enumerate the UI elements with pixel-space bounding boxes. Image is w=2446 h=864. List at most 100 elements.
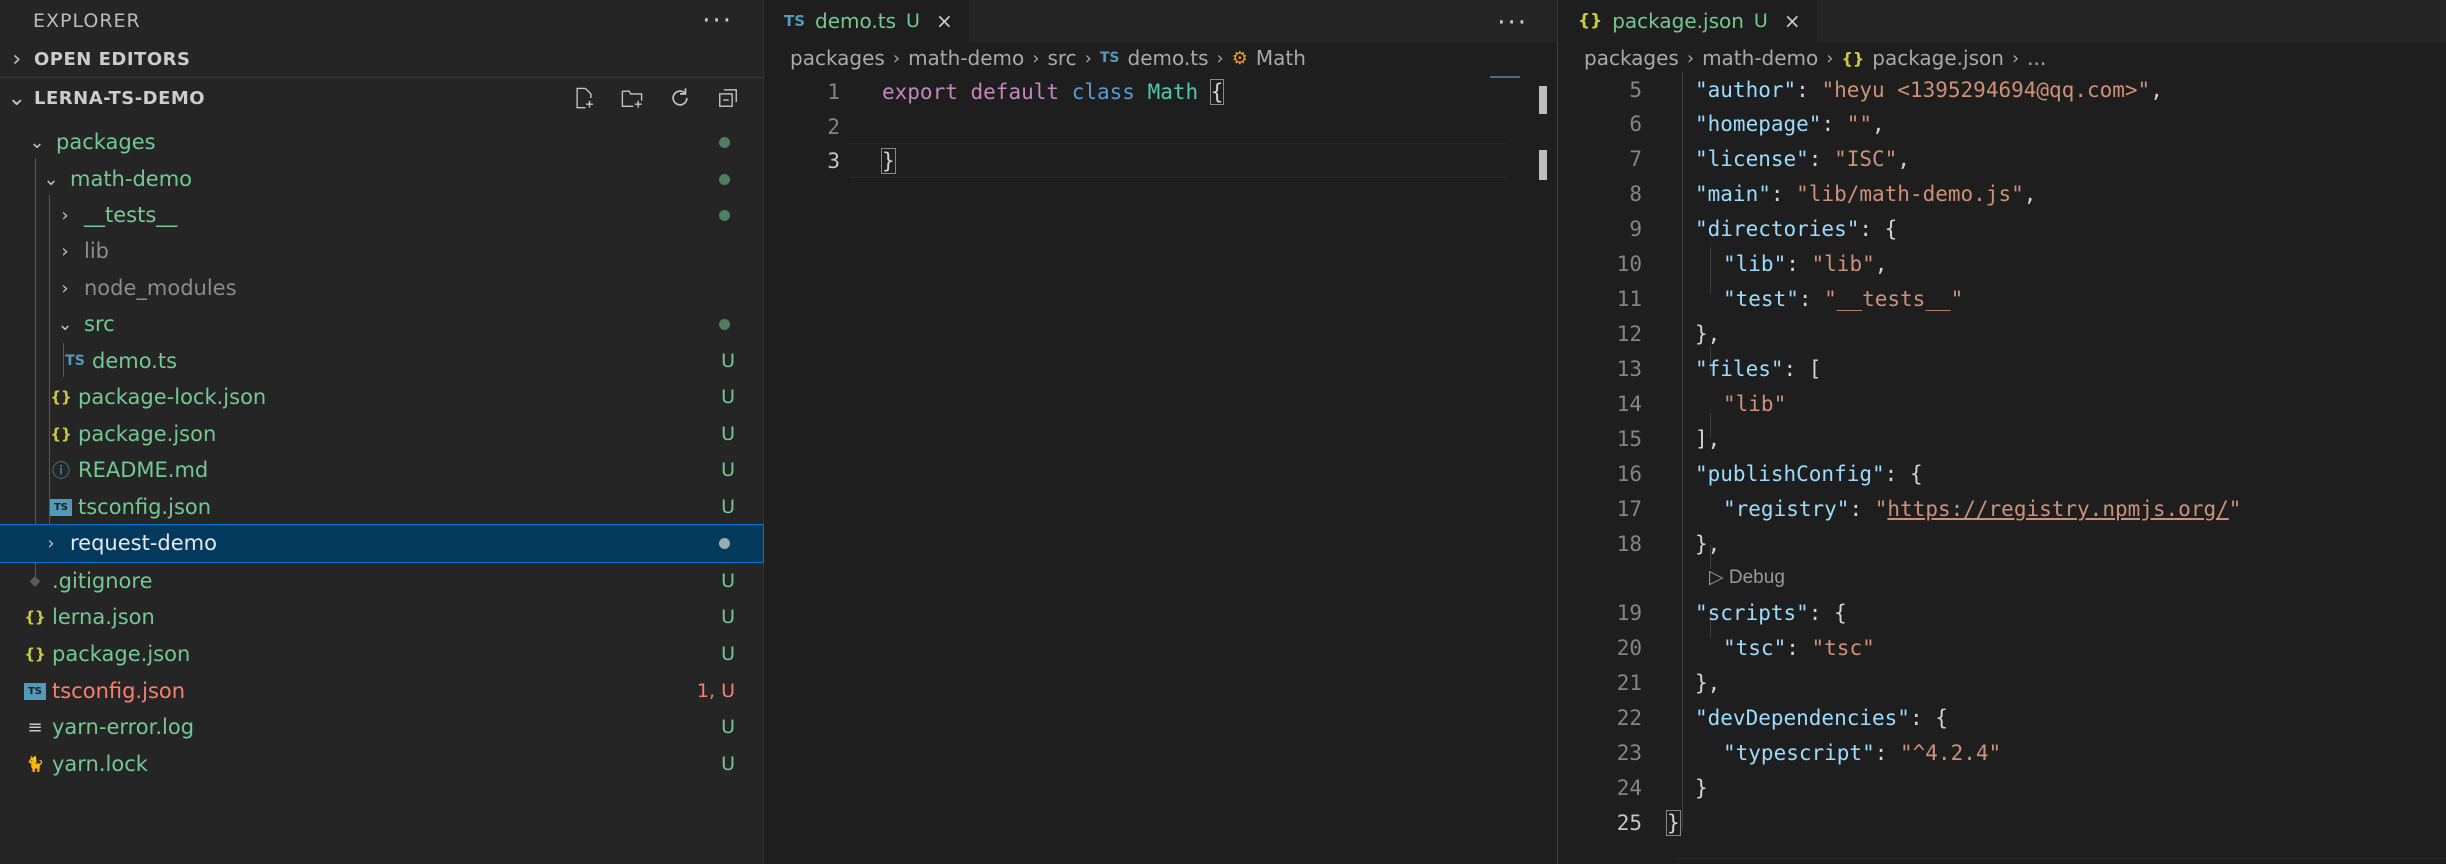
tree-item-root-package-json[interactable]: {} package.json U	[0, 636, 763, 673]
json-file-icon: {}	[50, 425, 72, 444]
code-line: 12 },	[1558, 316, 1721, 351]
line-number: 18	[1616, 531, 1642, 556]
current-line-highlight	[850, 143, 1506, 178]
close-icon[interactable]: ×	[1784, 9, 1801, 33]
code-line: 13 "files": [	[1558, 351, 1822, 386]
tree-item-src[interactable]: ⌄ src	[0, 306, 763, 343]
code-line: 20 "tsc": "tsc"	[1558, 630, 1875, 665]
tree-item-demo-ts[interactable]: TS demo.ts U	[0, 343, 763, 380]
tree-item-package-json[interactable]: {} package.json U	[0, 416, 763, 453]
close-icon[interactable]: ×	[936, 9, 953, 33]
tree-item-label: .gitignore	[52, 569, 153, 594]
class-symbol-icon: ⚙	[1231, 47, 1248, 69]
collapse-all-icon[interactable]	[715, 85, 741, 111]
tab-bar: {} package.json U ×	[1558, 0, 2446, 42]
editor-group-right: {} package.json U × packages › math-demo…	[1557, 0, 2446, 864]
json-file-icon: {}	[50, 388, 72, 407]
tree-item-tsconfig-json[interactable]: TS tsconfig.json U	[0, 489, 763, 526]
tree-item-yarn-error-log[interactable]: ≡ yarn-error.log U	[0, 709, 763, 746]
code-line: 7 "license": "ISC",	[1558, 141, 1910, 176]
tab-bar: TS demo.ts U × ···	[764, 0, 1556, 42]
explorer-sidebar: EXPLORER ··· › OPEN EDITORS ⌄ LERNA-TS-D…	[0, 0, 764, 864]
chevron-right-icon: ›	[61, 277, 69, 299]
line-number: 2	[827, 114, 840, 139]
debug-codelens[interactable]: ▷ Debug	[1709, 566, 1785, 589]
editor-more-button[interactable]: ···	[1497, 8, 1528, 38]
modified-dot-icon	[719, 173, 730, 185]
tree-item-tests[interactable]: › __tests__	[0, 197, 763, 234]
json-file-icon: {}	[24, 608, 46, 627]
chevron-right-icon: ›	[892, 47, 901, 69]
line-number: 12	[1616, 321, 1642, 346]
tree-item-package-lock-json[interactable]: {} package-lock.json U	[0, 379, 763, 416]
scrollbar-marker[interactable]	[1539, 150, 1547, 180]
code-editor[interactable]: 1 export default class Math { 2 3 }	[764, 74, 1556, 864]
workspace-label: LERNA-TS-DEMO	[34, 87, 206, 109]
tab-label: demo.ts	[815, 9, 897, 33]
modified-dot-icon	[719, 136, 730, 148]
tree-item-lerna-json[interactable]: {} lerna.json U	[0, 599, 763, 636]
tree-item-request-demo[interactable]: › request-demo	[0, 524, 764, 563]
tree-item-gitignore[interactable]: ◆ .gitignore U	[0, 563, 763, 600]
breadcrumb-item[interactable]: src	[1047, 46, 1076, 70]
scrollbar-marker[interactable]	[1539, 86, 1547, 114]
breadcrumb-item[interactable]: package.json	[1872, 46, 2004, 70]
breadcrumb-item[interactable]: Math	[1256, 46, 1306, 70]
tree-item-label: demo.ts	[92, 349, 178, 374]
line-number: 6	[1629, 111, 1642, 136]
git-status: U	[721, 496, 735, 519]
line-number: 17	[1616, 496, 1642, 521]
code-text: "devDependencies": {	[1695, 705, 1948, 730]
open-editors-section[interactable]: › OPEN EDITORS	[0, 42, 763, 78]
code-line: 14 "lib"	[1558, 386, 1787, 421]
tab-package-json[interactable]: {} package.json U ×	[1558, 0, 1817, 42]
git-status: U	[721, 423, 735, 446]
tree-item-math-demo[interactable]: ⌄ math-demo	[0, 161, 763, 198]
tab-demo-ts[interactable]: TS demo.ts U ×	[764, 0, 969, 42]
explorer-title: EXPLORER	[33, 10, 141, 32]
minimap[interactable]	[1486, 74, 1526, 82]
new-folder-icon[interactable]	[619, 85, 645, 111]
tree-item-node-modules[interactable]: › node_modules	[0, 270, 763, 307]
chevron-down-icon: ⌄	[7, 85, 27, 111]
workspace-section[interactable]: ⌄ LERNA-TS-DEMO	[0, 80, 763, 116]
breadcrumb: packages › math-demo › {} package.json ›…	[1558, 42, 2446, 74]
breadcrumb-item[interactable]: demo.ts	[1128, 46, 1209, 70]
explorer-more-button[interactable]: ···	[702, 8, 733, 34]
tree-item-label: src	[84, 312, 115, 337]
tree-item-label: lerna.json	[52, 605, 155, 630]
code-editor[interactable]: 5 "author": "heyu <1395294694@qq.com>", …	[1558, 72, 2446, 864]
tree-item-packages[interactable]: ⌄ packages	[0, 124, 763, 161]
refresh-icon[interactable]	[667, 85, 693, 111]
breadcrumb-item[interactable]: packages	[790, 46, 885, 70]
git-status: 1, U	[696, 680, 735, 703]
tab-git-status: U	[906, 10, 920, 32]
code-line: 8 "main": "lib/math-demo.js",	[1558, 176, 2036, 211]
tree-item-label: package.json	[78, 422, 217, 447]
chevron-down-icon: ⌄	[29, 131, 45, 153]
breadcrumb-item[interactable]: math-demo	[908, 46, 1024, 70]
chevron-right-icon: ›	[1032, 47, 1040, 69]
chevron-right-icon: ›	[2011, 47, 2020, 69]
code-text: "registry": "https://registry.npmjs.org/…	[1723, 496, 2242, 521]
breadcrumb-item[interactable]: packages	[1584, 46, 1679, 70]
registry-link[interactable]: https://registry.npmjs.org/	[1887, 497, 2228, 521]
tree-item-readme[interactable]: ⓘ README.md U	[0, 452, 763, 489]
yarn-file-icon: 🐈	[25, 755, 45, 774]
tree-item-label: lib	[84, 239, 109, 264]
tree-item-root-tsconfig-json[interactable]: TS tsconfig.json 1, U	[0, 673, 763, 710]
code-line: 18 },	[1558, 526, 1721, 561]
line-number: 3	[827, 148, 840, 173]
breadcrumb-item[interactable]: ...	[2027, 46, 2046, 70]
breadcrumb-item[interactable]: math-demo	[1702, 46, 1818, 70]
tree-item-lib[interactable]: › lib	[0, 233, 763, 270]
tree-item-label: tsconfig.json	[52, 679, 186, 704]
new-file-icon[interactable]	[571, 85, 597, 111]
chevron-right-icon: ›	[1084, 47, 1092, 69]
tsconfig-file-icon: TS	[50, 498, 72, 516]
tree-item-yarn-lock[interactable]: 🐈 yarn.lock U	[0, 746, 763, 783]
chevron-right-icon: ›	[47, 532, 55, 554]
line-number: 14	[1616, 391, 1642, 416]
code-text: ],	[1695, 426, 1721, 451]
git-status: U	[721, 459, 735, 482]
